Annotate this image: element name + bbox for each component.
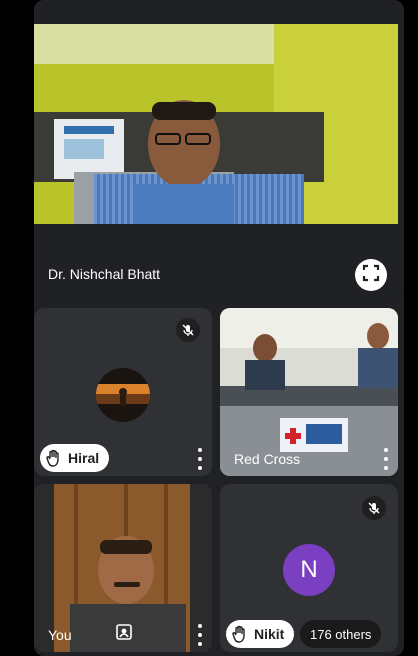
participant-tile-hiral[interactable]: Hiral (34, 308, 212, 476)
mic-off-icon (362, 496, 386, 520)
raised-hand-icon (232, 625, 248, 643)
participant-name: Red Cross (234, 451, 301, 467)
participant-tile-you[interactable]: You (34, 484, 212, 652)
participant-name: Nikit (254, 626, 285, 642)
fullscreen-icon (362, 264, 380, 287)
raised-hand-icon (46, 449, 62, 467)
raised-hand-chip[interactable]: Nikit (226, 620, 295, 648)
fullscreen-button[interactable] (355, 259, 387, 291)
participant-tile-red-cross[interactable]: Red Cross (220, 308, 398, 476)
participant-name: Hiral (68, 450, 100, 466)
raised-hand-chip[interactable]: Hiral (40, 444, 110, 472)
main-speaker-name: Dr. Nishchal Bhatt (48, 266, 161, 282)
more-options-icon[interactable] (382, 448, 390, 470)
avatar (96, 368, 150, 422)
more-options-icon[interactable] (196, 448, 204, 470)
mic-off-icon (176, 318, 200, 342)
switch-camera-icon[interactable] (115, 623, 133, 646)
avatar: N (283, 544, 335, 596)
main-speaker-video (34, 24, 398, 224)
more-options-icon[interactable] (196, 624, 204, 646)
speaker-video-frame (34, 24, 398, 224)
participant-tile-nikit[interactable]: N Nikit 176 others (220, 484, 398, 652)
participant-name: You (48, 627, 72, 643)
others-count-badge[interactable]: 176 others (300, 620, 382, 648)
